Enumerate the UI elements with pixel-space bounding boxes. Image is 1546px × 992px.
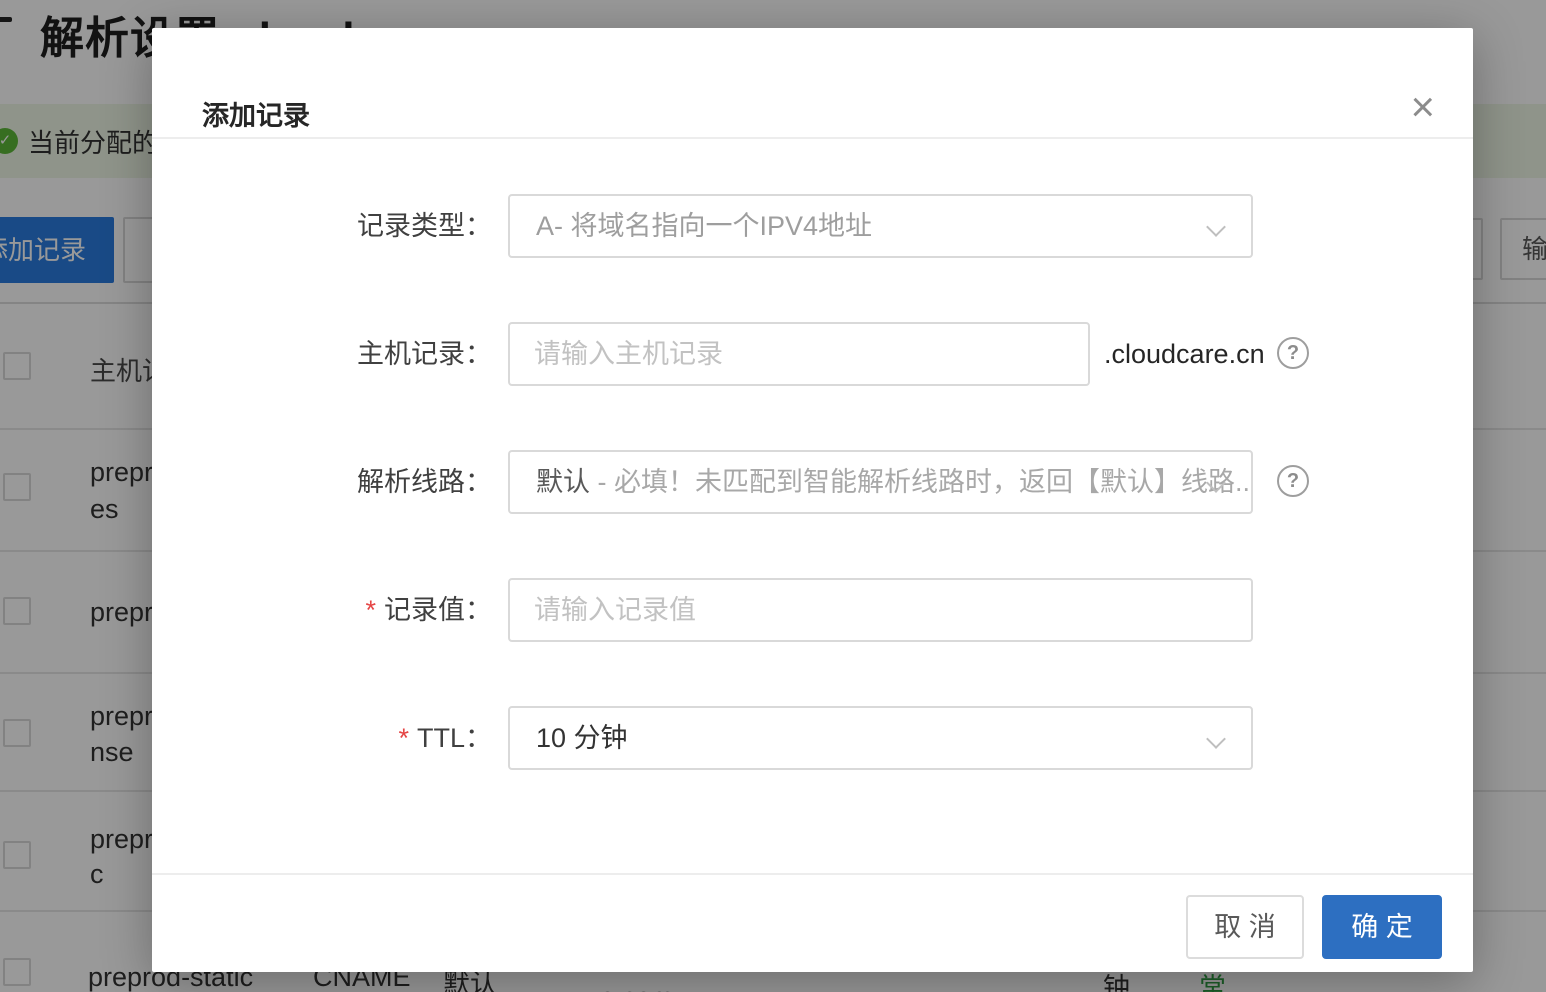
chevron-down-icon <box>1206 217 1226 237</box>
help-icon[interactable]: ? <box>1277 337 1309 369</box>
help-icon[interactable]: ? <box>1277 465 1309 497</box>
resolution-line-hint: - 必填！未匹配到智能解析线路时，返回【默认】线路... <box>590 467 1253 497</box>
record-type-row: 记录类型： A- 将域名指向一个IPV4地址 <box>152 194 1473 258</box>
required-mark: * <box>365 595 376 625</box>
cancel-button[interactable]: 取 消 <box>1186 895 1304 959</box>
ttl-select[interactable]: 10 分钟 <box>508 706 1253 770</box>
modal-footer-divider <box>152 873 1473 875</box>
record-type-select[interactable]: A- 将域名指向一个IPV4地址 <box>508 194 1253 258</box>
chevron-down-icon <box>1206 729 1226 749</box>
host-record-label: 主机记录： <box>152 322 492 386</box>
resolution-line-row: 解析线路： 默认 - 必填！未匹配到智能解析线路时，返回【默认】线路... ? <box>152 450 1473 514</box>
record-value-label: *记录值： <box>152 578 492 642</box>
required-mark: * <box>398 723 409 753</box>
ttl-row: *TTL： 10 分钟 <box>152 706 1473 770</box>
confirm-button[interactable]: 确 定 <box>1322 895 1442 959</box>
record-value-row: *记录值： <box>152 578 1473 642</box>
modal-header-divider <box>152 137 1473 139</box>
close-icon[interactable]: × <box>1410 86 1435 128</box>
resolution-line-select[interactable]: 默认 - 必填！未匹配到智能解析线路时，返回【默认】线路... <box>508 450 1253 514</box>
record-value-input[interactable] <box>508 578 1253 642</box>
record-type-value: A- 将域名指向一个IPV4地址 <box>536 211 872 241</box>
ttl-value: 10 分钟 <box>536 723 628 753</box>
record-type-label: 记录类型： <box>152 194 492 258</box>
resolution-line-label: 解析线路： <box>152 450 492 514</box>
host-record-input[interactable] <box>508 322 1090 386</box>
host-record-row: 主机记录： .cloudcare.cn ? <box>152 322 1473 386</box>
ttl-label: *TTL： <box>152 706 492 770</box>
add-record-modal: 添加记录 × 记录类型： A- 将域名指向一个IPV4地址 主机记录： .clo… <box>152 28 1473 972</box>
modal-title: 添加记录 <box>202 94 310 133</box>
resolution-line-value: 默认 <box>536 467 590 497</box>
domain-suffix: .cloudcare.cn <box>1104 322 1265 386</box>
